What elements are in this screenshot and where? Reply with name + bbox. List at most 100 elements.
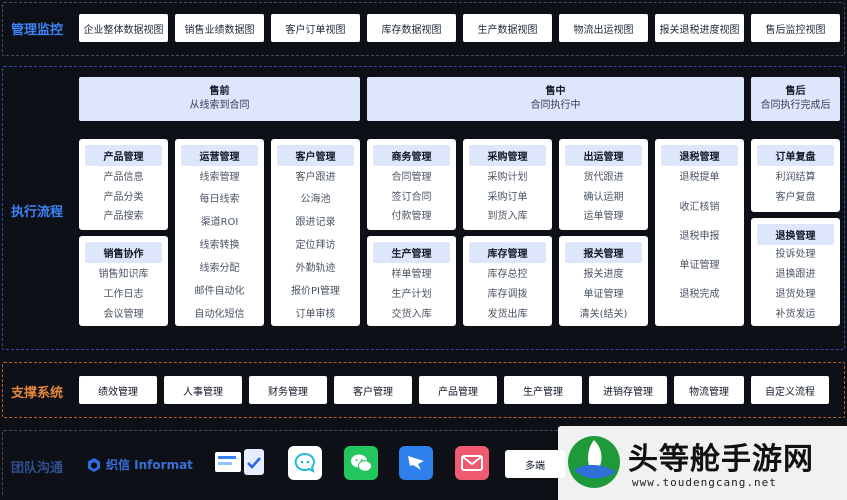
card-returns-item[interactable]: 投诉处理 [751,249,840,261]
card-tax-item[interactable]: 收汇核销 [655,202,744,214]
card-customs-item[interactable]: 报关进度 [559,269,648,281]
card-shipping-title[interactable]: 出运管理 [565,145,642,166]
card-production-item[interactable]: 交货入库 [367,309,456,321]
card-inventory-title[interactable]: 库存管理 [469,242,546,263]
card-customer-item[interactable]: 跟进记录 [271,217,360,229]
card-ops-item[interactable]: 线索转换 [175,240,264,252]
monitor-button-1[interactable]: 企业整体数据视图 [79,14,168,42]
card-customer-item[interactable]: 客户跟进 [271,172,360,184]
phase-aftersale: 售后 合同执行完成后 [751,77,840,121]
card-customer: 客户管理客户跟进公海池跟进记录定位拜访外勤轨迹报价PI管理 订单审核 [271,139,360,326]
card-product-item[interactable]: 产品分类 [79,192,168,204]
phase-presale-subtitle: 从线索到合同 [189,100,250,111]
card-sales-item[interactable]: 销售知识库 [79,269,168,281]
support-button-1[interactable]: 绩效管理 [79,376,157,404]
card-tax: 退税管理退税提单收汇核销退税申报单证管理退税完成 [655,139,744,326]
monitor-button-4[interactable]: 库存数据视图 [367,14,456,42]
phase-presale: 售前 从线索到合同 [79,77,360,121]
card-ops-item[interactable]: 自动化短信 [175,309,264,321]
card-shipping-item[interactable]: 货代跟进 [559,172,648,184]
watermark: 头等舱手游网 www.toudengcang.net [558,426,847,500]
execution-band-label: 执行流程 [11,205,64,220]
monitor-button-6[interactable]: 物流出运视图 [559,14,648,42]
card-returns-item[interactable]: 退换跟进 [751,269,840,281]
card-production-item[interactable]: 生产计划 [367,289,456,301]
card-tax-item[interactable]: 退税提单 [655,172,744,184]
card-customs-title[interactable]: 报关管理 [565,242,642,263]
card-purchase-item[interactable]: 采购计划 [463,172,552,184]
dingtalk-icon[interactable] [399,446,433,480]
card-sales-title[interactable]: 销售协作 [85,242,162,263]
card-product-item[interactable]: 产品搜索 [79,211,168,223]
card-purchase-title[interactable]: 采购管理 [469,145,546,166]
monitor-button-2[interactable]: 销售业绩数据图 [175,14,264,42]
chat-bubble-icon[interactable] [288,446,322,480]
card-business-item[interactable]: 签订合同 [367,192,456,204]
card-business-item[interactable]: 付款管理 [367,211,456,223]
card-inventory-item[interactable]: 发货出库 [463,309,552,321]
card-production-item[interactable]: 样单管理 [367,269,456,281]
card-review: 订单复盘利润结算客户复盘 [751,139,840,212]
mail-icon[interactable] [455,446,489,480]
support-button-7[interactable]: 进销存管理 [589,376,667,404]
card-customer-item[interactable]: 定位拜访 [271,240,360,252]
card-review-title[interactable]: 订单复盘 [757,145,834,166]
phase-presale-title: 售前 [209,86,230,97]
card-purchase-item[interactable]: 到货入库 [463,211,552,223]
card-customer-item[interactable]: 公海池 [271,194,360,206]
card-customs-item[interactable]: 清关(结关) [559,309,648,321]
watermark-url: www.toudengcang.net [632,476,777,489]
card-customer-item[interactable]: 报价PI管理 [271,286,360,298]
card-sales-item[interactable]: 工作日志 [79,289,168,301]
card-product-item[interactable]: 产品信息 [79,172,168,184]
watermark-logo-icon [568,436,620,488]
card-tax-item[interactable]: 单证管理 [655,260,744,272]
phase-aftersale-subtitle: 合同执行完成后 [760,100,831,111]
card-customer-item[interactable]: 外勤轨迹 [271,263,360,275]
monitor-button-5[interactable]: 生产数据视图 [463,14,552,42]
card-customer-title[interactable]: 客户管理 [277,145,354,166]
card-ops-item[interactable]: 线索分配 [175,263,264,275]
card-ops-title[interactable]: 运营管理 [181,145,258,166]
support-button-5[interactable]: 产品管理 [419,376,497,404]
card-purchase-item[interactable]: 采购订单 [463,192,552,204]
watermark-brand: 头等舱手游网 [628,442,814,477]
card-shipping-item[interactable]: 确认运期 [559,192,648,204]
sync-icon[interactable] [214,446,266,480]
phase-aftersale-title: 售后 [785,86,806,97]
wechat-icon[interactable] [344,446,378,480]
card-production-title[interactable]: 生产管理 [373,242,450,263]
card-inventory-item[interactable]: 库存总控 [463,269,552,281]
support-button-4[interactable]: 客户管理 [334,376,412,404]
card-returns-item[interactable]: 补货发运 [751,309,840,321]
multi-terminal-button[interactable]: 多端 [505,450,565,478]
monitor-button-8[interactable]: 售后监控视图 [751,14,840,42]
monitor-button-3[interactable]: 客户订单视图 [271,14,360,42]
card-customs-item[interactable]: 单证管理 [559,289,648,301]
card-review-item[interactable]: 客户复盘 [751,192,840,204]
card-inventory-item[interactable]: 库存调拨 [463,289,552,301]
card-business-item[interactable]: 合同管理 [367,172,456,184]
card-customer-item[interactable]: 订单审核 [271,309,360,321]
card-product-title[interactable]: 产品管理 [85,145,162,166]
support-button-6[interactable]: 生产管理 [504,376,582,404]
card-ops-item[interactable]: 渠道ROI [175,217,264,229]
card-tax-title[interactable]: 退税管理 [661,145,738,166]
card-ops-item[interactable]: 邮件自动化 [175,286,264,298]
support-button-9[interactable]: 自定义流程 [751,376,829,404]
card-tax-item[interactable]: 退税申报 [655,231,744,243]
card-review-item[interactable]: 利润结算 [751,172,840,184]
card-returns-title[interactable]: 退换管理 [757,224,834,245]
card-tax-item[interactable]: 退税完成 [655,289,744,301]
support-button-8[interactable]: 物流管理 [674,376,744,404]
support-button-3[interactable]: 财务管理 [249,376,327,404]
card-returns-item[interactable]: 退货处理 [751,289,840,301]
card-sales-item[interactable]: 会议管理 [79,309,168,321]
card-ops-item[interactable]: 每日线索 [175,194,264,206]
monitor-button-7[interactable]: 报关退税进度视图 [655,14,744,42]
card-shipping-item[interactable]: 运单管理 [559,211,648,223]
card-business-title[interactable]: 商务管理 [373,145,450,166]
card-ops-item[interactable]: 线索管理 [175,172,264,184]
support-button-2[interactable]: 人事管理 [164,376,242,404]
phase-insale-title: 售中 [545,86,566,97]
